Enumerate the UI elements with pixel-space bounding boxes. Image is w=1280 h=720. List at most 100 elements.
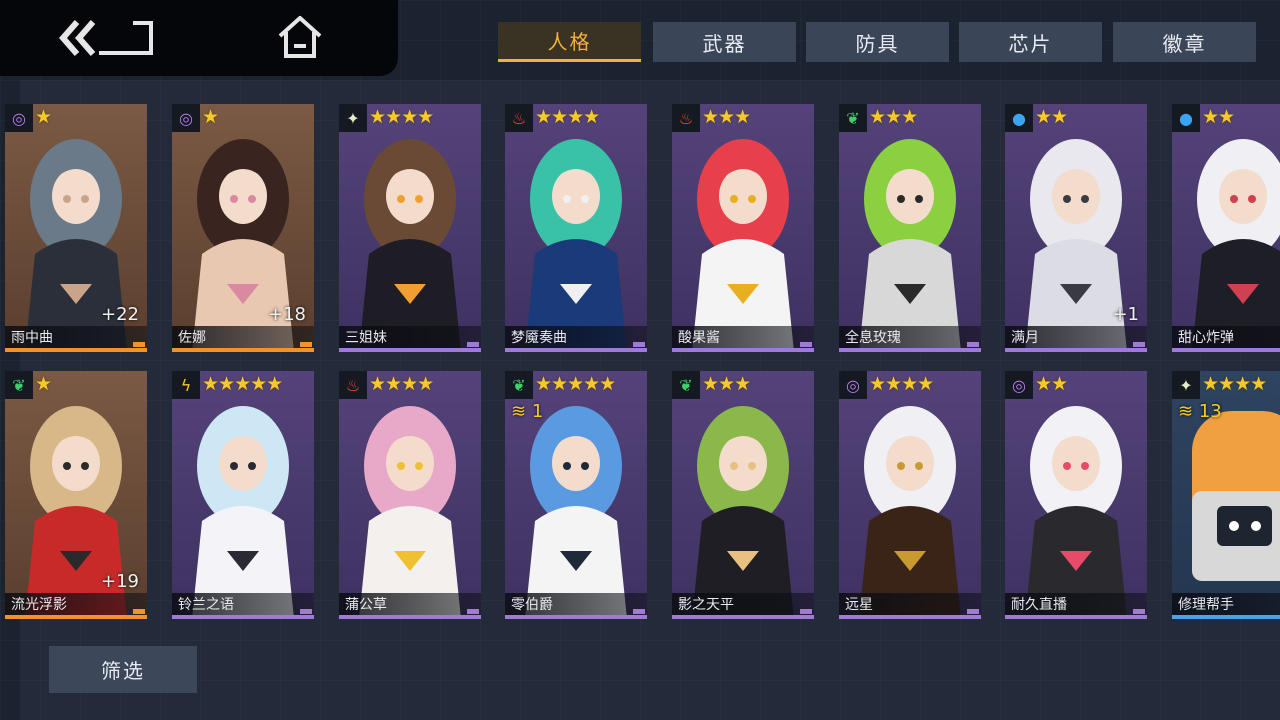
flame-icon: ♨: [672, 104, 700, 132]
character-card[interactable]: ❦ ★★★ 全息玫瑰: [839, 104, 981, 352]
star-rating: ★★★: [702, 106, 751, 128]
rarity-tick: [1133, 342, 1145, 347]
stack-count-badge: ≋ 1: [511, 401, 544, 422]
character-portrait: [192, 406, 294, 619]
tab-weapon[interactable]: 武器: [653, 22, 796, 62]
character-portrait: [359, 406, 461, 619]
star-rating: ★★★★: [369, 373, 434, 395]
star-rating: ★★★★: [1202, 373, 1267, 395]
character-card[interactable]: ● ★★ +1 满月: [1005, 104, 1147, 352]
rarity-bar: [672, 615, 814, 619]
tab-chip[interactable]: 芯片: [959, 22, 1102, 62]
character-card[interactable]: ♨ ★★★★ 梦魇奏曲: [505, 104, 647, 352]
leaf-icon: ❦: [672, 371, 700, 399]
tab-persona[interactable]: 人格: [498, 22, 641, 62]
home-icon: [278, 16, 322, 58]
rarity-tick: [467, 609, 479, 614]
rarity-bar: [172, 615, 314, 619]
rarity-bar: [505, 615, 647, 619]
flame-icon: ♨: [339, 371, 367, 399]
character-name: 全息玫瑰: [845, 330, 901, 346]
spiral-icon: ◎: [172, 104, 200, 132]
stack-count-badge: ≋ 13: [1178, 401, 1222, 422]
character-card[interactable]: ❦ ★★★★★ ≋ 1 零伯爵: [505, 371, 647, 619]
star-rating: ★★★: [702, 373, 751, 395]
character-name: 满月: [1011, 330, 1039, 346]
character-card[interactable]: ϟ ★★★★★ 铃兰之语: [172, 371, 314, 619]
water-drop-icon: ●: [1172, 104, 1200, 132]
duplicate-count: +1: [1112, 304, 1139, 325]
star-rating: ★★★: [869, 106, 918, 128]
rarity-bar: [672, 348, 814, 352]
character-name: 梦魇奏曲: [511, 330, 567, 346]
character-name: 零伯爵: [511, 597, 553, 613]
rarity-tick: [967, 609, 979, 614]
character-name: 雨中曲: [11, 330, 53, 346]
back-button[interactable]: [55, 15, 159, 61]
leaf-icon: ❦: [5, 371, 33, 399]
rarity-tick: [133, 342, 145, 347]
character-card[interactable]: ◎ ★★★★ 远星: [839, 371, 981, 619]
leaf-icon: ❦: [839, 104, 867, 132]
star-rating: ★★★★: [535, 106, 600, 128]
top-nav-bar: [0, 0, 398, 76]
character-name: 酸果酱: [678, 330, 720, 346]
character-portrait: [692, 139, 794, 352]
duplicate-count: +22: [101, 304, 139, 325]
leaf-icon: ❦: [505, 371, 533, 399]
rarity-bar: [1005, 615, 1147, 619]
duplicate-count: +18: [268, 304, 306, 325]
character-card[interactable]: ◎ ★ +18 佐娜: [172, 104, 314, 352]
sparkle-icon: ✦: [339, 104, 367, 132]
character-card[interactable]: ♨ ★★★ 酸果酱: [672, 104, 814, 352]
character-card[interactable]: ✦ ★★★★ 三姐妹: [339, 104, 481, 352]
lightning-icon: ϟ: [172, 371, 200, 399]
character-name: 耐久直播: [1011, 597, 1067, 613]
character-portrait: [692, 406, 794, 619]
character-card[interactable]: ❦ ★★★ 影之天平: [672, 371, 814, 619]
rarity-tick: [300, 342, 312, 347]
character-name: 蒲公草: [345, 597, 387, 613]
rarity-bar: [1172, 615, 1280, 619]
sparkle-icon: ✦: [1172, 371, 1200, 399]
back-arrow-icon: [59, 20, 153, 56]
character-name: 三姐妹: [345, 330, 387, 346]
character-card[interactable]: ◎ ★ +22 雨中曲: [5, 104, 147, 352]
star-rating: ★★: [1202, 106, 1235, 128]
spiral-icon: ◎: [5, 104, 33, 132]
spiral-icon: ◎: [839, 371, 867, 399]
star-rating: ★★★★★: [202, 373, 283, 395]
character-card[interactable]: ✦ ★★★★ ≋ 13 修理帮手: [1172, 371, 1280, 619]
rarity-bar: [505, 348, 647, 352]
character-portrait: [525, 139, 627, 352]
flame-icon: ♨: [505, 104, 533, 132]
rarity-bar: [5, 348, 147, 352]
character-name: 佐娜: [178, 330, 206, 346]
tab-armor[interactable]: 防具: [806, 22, 949, 62]
duplicate-count: +19: [101, 571, 139, 592]
character-card[interactable]: ❦ ★ +19 流光浮影: [5, 371, 147, 619]
rarity-bar: [839, 348, 981, 352]
rarity-tick: [633, 342, 645, 347]
home-button[interactable]: [276, 14, 324, 60]
star-rating: ★★: [1035, 106, 1068, 128]
rarity-tick: [300, 609, 312, 614]
character-portrait: [1192, 139, 1280, 352]
character-card[interactable]: ◎ ★★ 耐久直播: [1005, 371, 1147, 619]
rarity-bar: [839, 615, 981, 619]
character-name: 流光浮影: [11, 597, 67, 613]
rarity-tick: [133, 609, 145, 614]
star-rating: ★★★★: [869, 373, 934, 395]
star-rating: ★★★★: [369, 106, 434, 128]
character-card[interactable]: ● ★★ 甜心炸弹: [1172, 104, 1280, 352]
rarity-bar: [339, 348, 481, 352]
water-drop-icon: ●: [1005, 104, 1033, 132]
filter-button[interactable]: 筛选: [49, 646, 197, 693]
tab-badge[interactable]: 徽章: [1113, 22, 1256, 62]
star-rating: ★★★★★: [535, 373, 616, 395]
character-name: 影之天平: [678, 597, 734, 613]
rarity-tick: [467, 342, 479, 347]
character-card[interactable]: ♨ ★★★★ 蒲公草: [339, 371, 481, 619]
rarity-tick: [1133, 609, 1145, 614]
character-portrait: [859, 406, 961, 619]
